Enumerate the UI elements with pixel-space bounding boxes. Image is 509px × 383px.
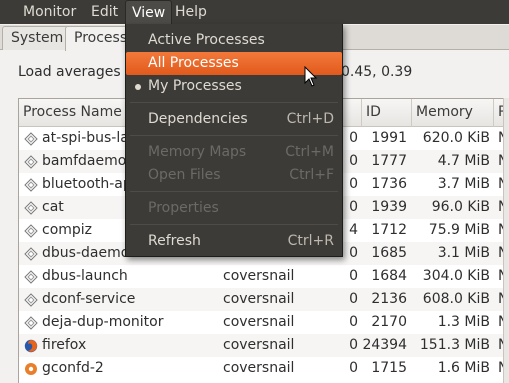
menu-item-label: Dependencies [148,111,248,127]
process-memory: 304.0 KiB [422,268,490,284]
menu-edit[interactable]: Edit [85,0,124,24]
process-diamond-icon [24,155,38,169]
process-memory: 75.9 MiB [428,222,490,238]
process-diamond-icon [24,132,38,146]
table-row[interactable]: gconfd-2coversnail017151.6 MiBN [19,357,509,380]
menu-separator [130,102,338,103]
menu-item-dependencies[interactable]: Dependencies Ctrl+D [126,108,342,131]
process-user: coversnail [223,291,295,307]
process-id: 1685 [371,245,407,261]
tab-system[interactable]: System [2,26,73,50]
table-row[interactable]: firefoxcoversnail024394151.3 MiBN [19,334,509,357]
process-name: firefox [42,337,87,353]
process-id: 2170 [371,314,407,330]
column-memory[interactable]: Memory [412,99,494,127]
process-id: 2136 [371,291,407,307]
table-row[interactable]: dbus-launchcoversnail01684304.0 KiBN [19,265,509,288]
process-diamond-icon [24,270,38,284]
process-name: dbus-launch [42,268,128,284]
process-id: 1712 [371,222,407,238]
process-id: 1939 [371,199,407,215]
menu-monitor[interactable]: Monitor [17,0,82,24]
process-memory: 1.3 MiB [437,314,490,330]
process-diamond-icon [24,247,38,261]
menu-separator [130,191,338,192]
table-row[interactable]: dconf-servicecoversnail02136608.0 KiBN [19,288,509,311]
menu-item-shortcut: Ctrl+D [286,111,334,127]
process-diamond-icon [24,293,38,307]
menu-item-properties: Properties [126,197,342,220]
view-menu: Active Processes All Processes My Proces… [125,24,343,257]
menu-item-open-files: Open Files Ctrl+F [126,164,342,187]
process-memory: 4.7 MiB [437,153,490,169]
process-user: coversnail [223,337,295,353]
mouse-cursor-icon [304,66,318,87]
firefox-icon [24,339,38,353]
process-name: dconf-service [42,291,136,307]
menu-item-label: Active Processes [148,32,265,48]
process-memory: 1.6 MiB [437,360,490,376]
process-id: 1736 [371,176,407,192]
process-id: 1777 [371,153,407,169]
menu-separator [130,135,338,136]
process-id: 24394 [362,337,407,353]
menu-item-active-processes[interactable]: Active Processes [126,29,342,52]
scrollbar[interactable] [503,98,509,383]
process-diamond-icon [24,224,38,238]
process-diamond-icon [24,178,38,192]
menu-item-label: My Processes [148,78,242,94]
radio-bullet-icon [135,84,141,90]
process-memory: 3.1 MiB [437,245,490,261]
gconf-icon [25,363,37,375]
menu-item-shortcut: Ctrl+R [287,233,334,249]
process-memory: 620.0 KiB [422,130,490,146]
process-id: 1991 [371,130,407,146]
menubar: Monitor Edit View Help [0,0,509,24]
column-id[interactable]: ID [362,99,412,127]
process-name: deja-dup-monitor [42,314,164,330]
process-nice: 0 [349,314,358,330]
menu-item-label: Refresh [148,233,201,249]
process-memory: 151.3 MiB [419,337,490,353]
menu-item-memory-maps: Memory Maps Ctrl+M [126,141,342,164]
menu-item-label: All Processes [148,55,239,71]
menu-separator [130,224,338,225]
process-id: 1684 [371,268,407,284]
process-id: 1715 [371,360,407,376]
menu-item-label: Memory Maps [148,144,247,160]
menu-item-shortcut: Ctrl+M [285,144,334,160]
menu-item-label: Properties [148,200,219,216]
table-row[interactable]: deja-dup-monitorcoversnail021701.3 MiBN [19,311,509,334]
process-user: coversnail [223,314,295,330]
menu-item-refresh[interactable]: Refresh Ctrl+R [126,230,342,253]
menu-help[interactable]: Help [169,0,213,24]
load-averages-label: Load averages f [18,64,131,80]
process-nice: 0 [349,268,358,284]
process-nice: 0 [349,337,358,353]
process-nice: 0 [349,360,358,376]
menu-item-label: Open Files [148,167,221,183]
process-memory: 96.0 KiB [431,199,490,215]
load-averages-values: 0.45, 0.39 [341,64,413,80]
process-user: coversnail [223,268,295,284]
process-diamond-icon [24,316,38,330]
process-memory: 608.0 KiB [422,291,490,307]
menu-view[interactable]: View [125,0,173,24]
process-user: coversnail [223,360,295,376]
menu-item-shortcut: Ctrl+F [289,167,334,183]
process-name: gconfd-2 [42,360,104,376]
process-nice: 0 [349,291,358,307]
process-diamond-icon [24,201,38,215]
process-memory: 3.7 MiB [437,176,490,192]
